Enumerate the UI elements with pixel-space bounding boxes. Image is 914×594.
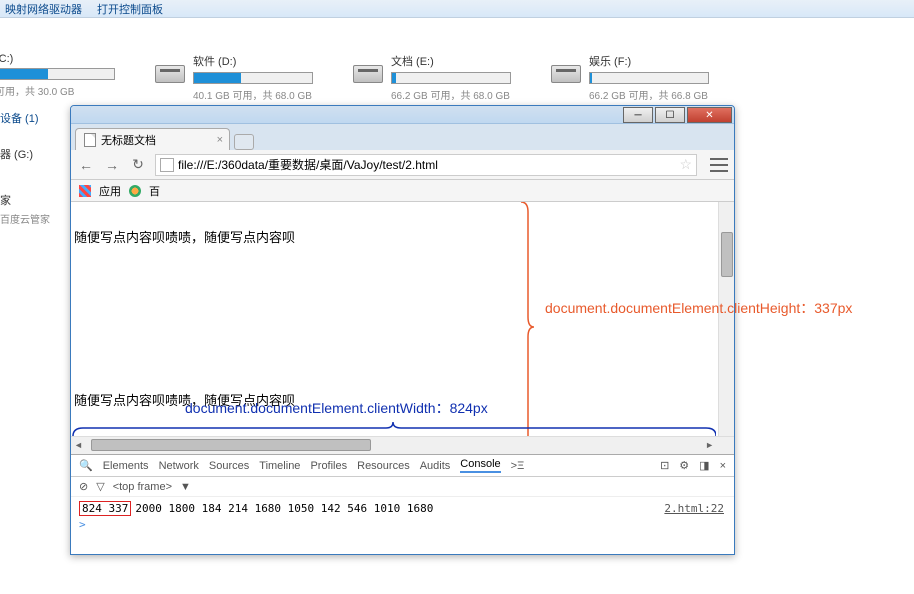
devtools-panel: Elements Network Sources Timeline Profil… [71, 454, 734, 554]
apps-label[interactable]: 应用 [99, 183, 121, 199]
hscroll-thumb[interactable] [91, 439, 371, 451]
devtools-tab-audits[interactable]: Audits [420, 460, 451, 472]
explorer-toolbar: 映射网络驱动器 打开控制面板 [0, 0, 914, 18]
search-icon[interactable] [79, 459, 93, 472]
maximize-button[interactable]: ☐ [655, 107, 685, 123]
horizontal-scroll-area: ◄ ► [71, 436, 734, 454]
drive-f[interactable]: 娱乐 (F:) 66.2 GB 可用，共 66.8 GB [551, 53, 709, 102]
vertical-scrollbar[interactable] [718, 202, 734, 436]
browser-tab[interactable]: 无标题文档 × [75, 128, 230, 150]
devtools-settings-icon[interactable]: ⚙ [679, 459, 689, 472]
baidu-label[interactable]: 百 [149, 183, 160, 199]
console-output: 824 337 2000 1800 184 214 1680 1050 142 … [71, 497, 734, 535]
drive-usage-bar [391, 72, 511, 84]
devtools-close-icon[interactable]: × [720, 460, 726, 472]
console-log-line: 824 337 2000 1800 184 214 1680 1050 142 … [79, 501, 726, 516]
drives-list: (C:) 可用，共 30.0 GB 软件 (D:) 40.1 GB 可用，共 6… [0, 18, 914, 102]
map-drive-link[interactable]: 映射网络驱动器 [5, 1, 82, 17]
scroll-right-arrow[interactable]: ► [705, 440, 714, 450]
dropdown-arrow-icon[interactable]: ▼ [180, 481, 191, 493]
drive-stats: 66.2 GB 可用，共 66.8 GB [589, 87, 709, 102]
drive-usage-bar [0, 68, 115, 80]
scroll-left-arrow[interactable]: ◄ [74, 440, 83, 450]
url-text: file:///E:/360data/重要数据/桌面/VaJoy/test/2.… [178, 156, 438, 173]
home-label[interactable]: 家 [0, 192, 50, 208]
highlighted-values: 824 337 [79, 501, 131, 516]
console-prompt[interactable]: > [79, 518, 726, 531]
close-button[interactable]: ✕ [687, 107, 732, 123]
clear-console-icon[interactable]: ⊘ [79, 480, 88, 493]
devtools-tab-timeline[interactable]: Timeline [259, 460, 300, 472]
tab-strip: 无标题文档 × [71, 124, 734, 150]
devtools-tab-elements[interactable]: Elements [103, 460, 149, 472]
devtools-drawer-icon[interactable]: >Ξ [511, 460, 525, 472]
tab-close-icon[interactable]: × [217, 134, 223, 146]
console-toolbar: ⊘ ▽ <top frame> ▼ [71, 477, 734, 497]
drive-label: 软件 (D:) [193, 53, 313, 69]
devtools-tab-profiles[interactable]: Profiles [310, 460, 347, 472]
bookmark-bar: 应用 百 [71, 180, 734, 202]
devices-header[interactable]: 设备 (1) [0, 110, 50, 126]
devtools-tab-sources[interactable]: Sources [209, 460, 249, 472]
drive-usage-bar [193, 72, 313, 84]
drive-usage-bar [589, 72, 709, 84]
hamburger-menu-icon[interactable] [710, 158, 728, 172]
tab-title: 无标题文档 [101, 132, 156, 148]
client-height-annotation: document.documentElement.clientHeight：33… [545, 298, 852, 318]
drive-stats: 可用，共 30.0 GB [0, 83, 115, 98]
devtools-tab-resources[interactable]: Resources [357, 460, 410, 472]
drive-stats: 40.1 GB 可用，共 68.0 GB [193, 87, 313, 102]
width-brace-annotation [71, 422, 716, 440]
forward-button[interactable]: → [103, 156, 121, 174]
drive-c[interactable]: (C:) 可用，共 30.0 GB [0, 53, 115, 102]
drive-icon [353, 65, 383, 83]
drive-stats: 66.2 GB 可用，共 68.0 GB [391, 87, 511, 102]
scrollbar-thumb[interactable] [721, 232, 733, 277]
devtools-tab-network[interactable]: Network [159, 460, 199, 472]
apps-icon[interactable] [79, 185, 91, 197]
control-panel-link[interactable]: 打开控制面板 [97, 1, 163, 17]
file-icon [160, 158, 174, 172]
new-tab-button[interactable] [234, 134, 254, 150]
client-width-annotation: document.documentElement.clientWidth：824… [185, 398, 488, 418]
drive-g-label[interactable]: 器 (G:) [0, 146, 50, 162]
reload-button[interactable]: ↻ [129, 156, 147, 174]
minimize-button[interactable]: ─ [623, 107, 653, 123]
back-button[interactable]: ← [77, 156, 95, 174]
frame-selector[interactable]: <top frame> [113, 481, 172, 493]
devtools-tab-console[interactable]: Console [460, 458, 500, 473]
chrome-window: ─ ☐ ✕ 无标题文档 × ← → ↻ file:///E:/360data/重… [70, 105, 735, 555]
body-text-1: 随便写点内容呗啧啧，随便写点内容呗 [74, 227, 295, 246]
page-icon [84, 133, 96, 147]
address-bar[interactable]: file:///E:/360data/重要数据/桌面/VaJoy/test/2.… [155, 154, 697, 176]
drive-label: 文档 (E:) [391, 53, 511, 69]
navigation-bar: ← → ↻ file:///E:/360data/重要数据/桌面/VaJoy/t… [71, 150, 734, 180]
drive-d[interactable]: 软件 (D:) 40.1 GB 可用，共 68.0 GB [155, 53, 313, 102]
devtools-tabs: Elements Network Sources Timeline Profil… [71, 455, 734, 477]
window-titlebar: ─ ☐ ✕ [71, 106, 734, 124]
filter-icon[interactable]: ▽ [96, 480, 104, 493]
height-brace-annotation [516, 202, 536, 436]
drive-icon [155, 65, 185, 83]
console-source-link[interactable]: 2.html:22 [664, 502, 724, 515]
drive-e[interactable]: 文档 (E:) 66.2 GB 可用，共 68.0 GB [353, 53, 511, 102]
bookmark-star-icon[interactable]: ☆ [679, 156, 692, 173]
explorer-sidebar-fragment: 设备 (1) 器 (G:) 家 百度云管家 [0, 110, 50, 251]
devtools-dock-icon[interactable]: ◨ [699, 459, 709, 472]
console-values: 2000 1800 184 214 1680 1050 142 546 1010… [135, 502, 433, 515]
drive-icon [551, 65, 581, 83]
devtools-drawer-toggle-icon[interactable]: ⊡ [660, 459, 669, 472]
drive-label: 娱乐 (F:) [589, 53, 709, 69]
drive-label: (C:) [0, 53, 115, 65]
baidu-icon[interactable] [129, 185, 141, 197]
baidu-label: 百度云管家 [0, 211, 50, 226]
